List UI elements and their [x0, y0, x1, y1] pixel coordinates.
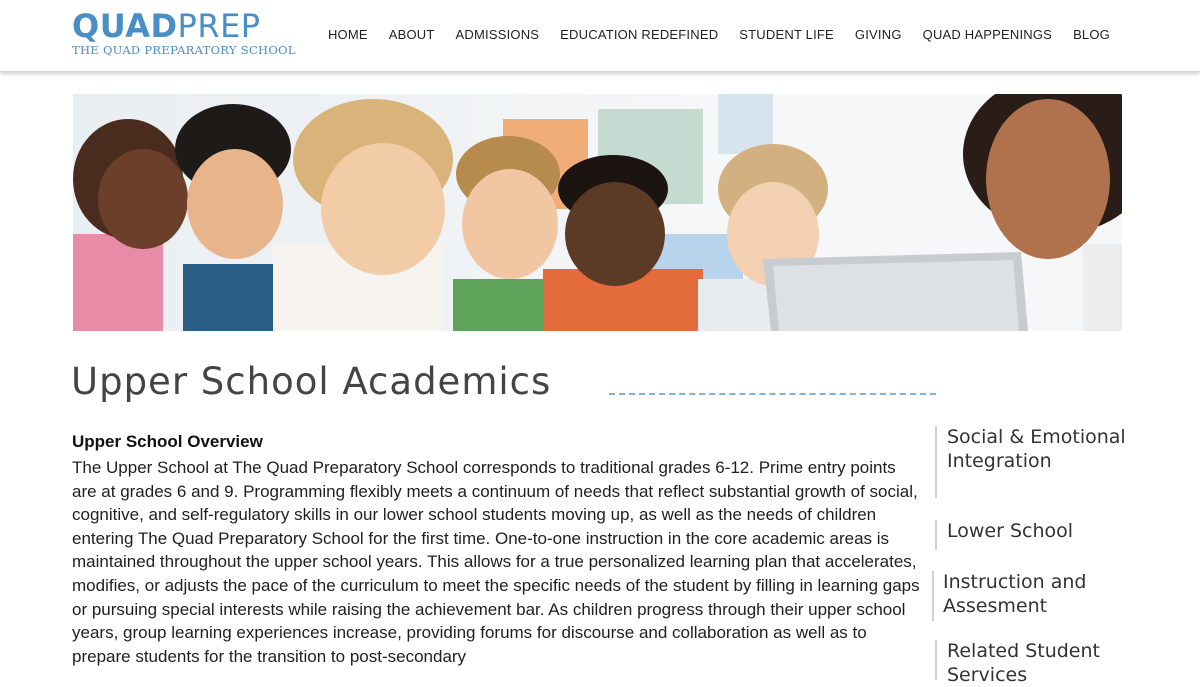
logo-word-quad: QUAD — [72, 7, 178, 45]
logo-word-prep: PREP — [177, 7, 261, 45]
site-header: QUADPREP THE QUAD PREPARATORY SCHOOL HOM… — [0, 0, 1200, 72]
nav-quad-happenings[interactable]: QUAD HAPPENINGS — [923, 27, 1052, 42]
hero-image — [73, 94, 1122, 331]
main-content: Upper School Overview The Upper School a… — [72, 432, 920, 668]
sidebar-item-lower-school[interactable]: Lower School — [935, 520, 1073, 550]
title-dashed-rule — [609, 393, 936, 395]
sidebar-item-social-emotional[interactable]: Social & Emotional Integration — [935, 426, 1135, 498]
nav-education-redefined[interactable]: EDUCATION REDEFINED — [560, 27, 718, 42]
page-title: Upper School Academics — [71, 360, 552, 403]
section-heading: Upper School Overview — [72, 432, 263, 451]
nav-admissions[interactable]: ADMISSIONS — [456, 27, 540, 42]
logo-wordmark: QUADPREP — [72, 10, 296, 42]
sidebar-item-related-services[interactable]: Related Student Services — [935, 640, 1135, 686]
sidebar-item-instruction-assessment[interactable]: Instruction and Assesment — [932, 571, 1135, 621]
nav-blog[interactable]: BLOG — [1073, 27, 1110, 42]
nav-home[interactable]: HOME — [328, 27, 368, 42]
nav-student-life[interactable]: STUDENT LIFE — [739, 27, 834, 42]
site-logo[interactable]: QUADPREP THE QUAD PREPARATORY SCHOOL — [72, 10, 296, 57]
nav-giving[interactable]: GIVING — [855, 27, 902, 42]
hero-illustration — [73, 94, 1122, 331]
main-nav: HOME ABOUT ADMISSIONS EDUCATION REDEFINE… — [328, 27, 1200, 42]
logo-subtitle: THE QUAD PREPARATORY SCHOOL — [72, 43, 296, 57]
nav-about[interactable]: ABOUT — [389, 27, 435, 42]
overview-paragraph: The Upper School at The Quad Preparatory… — [72, 458, 920, 666]
